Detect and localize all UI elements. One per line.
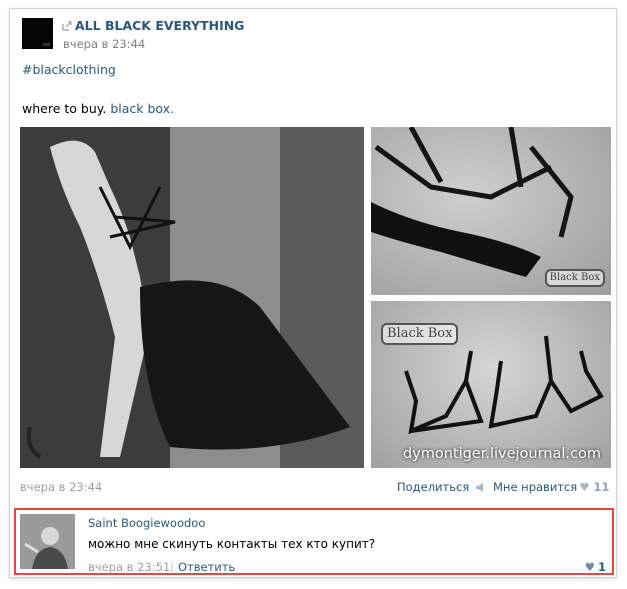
heart-icon: ♥ xyxy=(584,560,595,574)
commenter-avatar-image xyxy=(20,514,75,569)
avatar-logo-mark xyxy=(43,43,50,46)
photo-main[interactable] xyxy=(20,127,364,468)
heart-icon: ♥ xyxy=(579,480,590,494)
commenter-avatar[interactable] xyxy=(20,514,75,569)
post-timestamp[interactable]: вчера в 23:44 xyxy=(63,37,145,51)
like-button[interactable]: Мне нравится ♥ 11 xyxy=(493,480,610,494)
photo-main-image xyxy=(20,127,364,468)
photo-bottom-right[interactable]: Black Box dymontiger.livejournal.com xyxy=(371,301,611,468)
share-label: Поделиться xyxy=(397,480,470,494)
reply-link[interactable]: Ответить xyxy=(178,560,235,574)
post-text: where to buy. black box. xyxy=(22,101,174,116)
hashtag-link[interactable]: #blackclothing xyxy=(22,62,116,77)
megaphone-icon xyxy=(475,481,486,495)
comment-like-button[interactable]: ♥ 1 xyxy=(585,560,606,574)
comment-highlighted: Saint Boogiewoodoo можно мне скинуть кон… xyxy=(14,508,614,575)
wall-post: ALL BLACK EVERYTHING вчера в 23:44 #blac… xyxy=(9,8,617,578)
comment-like-count: 1 xyxy=(597,560,606,574)
comment-timestamp[interactable]: вчера в 23:51 xyxy=(88,560,170,574)
community-avatar[interactable] xyxy=(22,18,53,49)
comment-text: можно мне скинуть контакты тех кто купит… xyxy=(88,537,376,551)
post-author-link[interactable]: ALL BLACK EVERYTHING xyxy=(75,18,244,33)
black-box-watermark-large: Black Box xyxy=(381,323,459,345)
comment-separator: | xyxy=(170,560,174,574)
photo-top-right[interactable]: Black Box xyxy=(371,127,611,295)
post-footer-timestamp[interactable]: вчера в 23:44 xyxy=(20,480,102,494)
source-watermark: dymontiger.livejournal.com xyxy=(402,446,601,462)
black-box-watermark: Black Box xyxy=(544,269,605,287)
post-text-prefix: where to buy. xyxy=(22,101,111,116)
share-button[interactable]: Поделиться xyxy=(397,480,486,495)
black-box-link[interactable]: black box. xyxy=(110,101,174,116)
comment-author-link[interactable]: Saint Boogiewoodoo xyxy=(88,516,205,530)
repost-arrow-icon xyxy=(62,21,72,31)
like-label: Мне нравится xyxy=(493,480,578,494)
like-count: 11 xyxy=(593,480,610,494)
